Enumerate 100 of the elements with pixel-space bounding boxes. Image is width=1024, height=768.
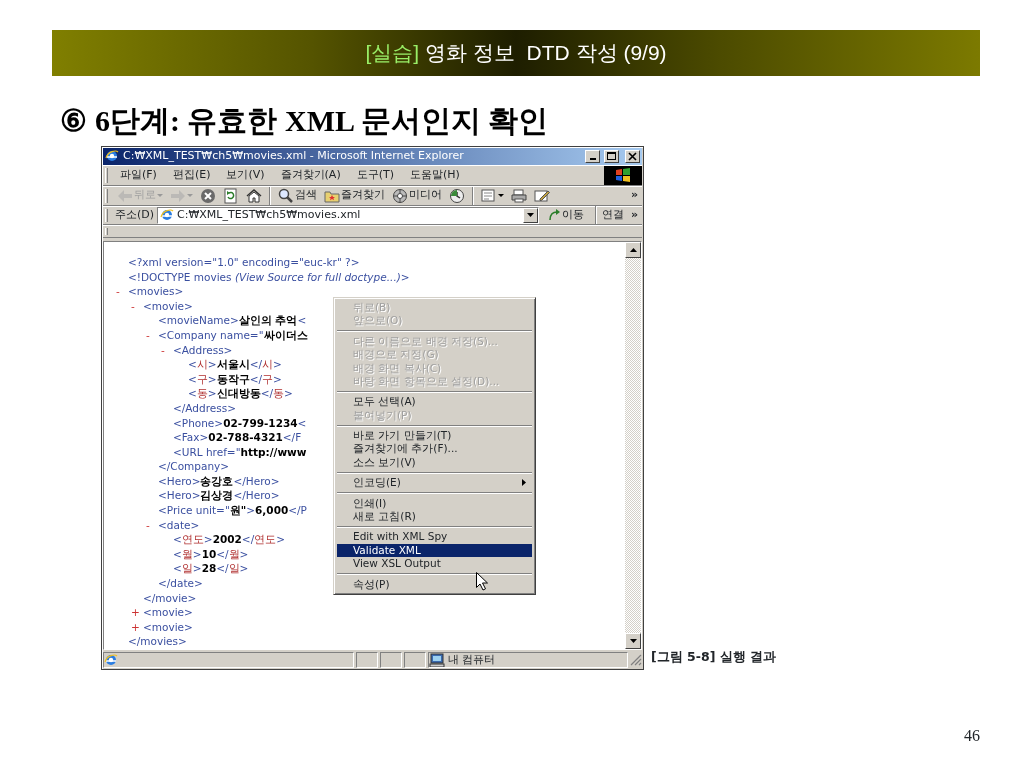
more-button[interactable]: » <box>626 187 642 204</box>
browser-icon <box>105 149 119 164</box>
zone-label: 내 컴퓨터 <box>448 651 496 668</box>
expand-toggle[interactable]: - <box>146 327 158 343</box>
banner-tag: [실습] <box>365 37 420 69</box>
printer-icon <box>511 187 527 204</box>
xml-line: <movies> <box>128 284 184 299</box>
xml-line: </date> <box>158 576 203 591</box>
expand-toggle[interactable]: - <box>116 284 128 299</box>
menu-item[interactable]: 새로 고침(R) <box>337 510 532 524</box>
menu-item[interactable]: Edit with XML Spy <box>337 530 532 544</box>
links-label[interactable]: 연결 <box>601 206 624 224</box>
xml-line: </Company> <box>158 459 230 474</box>
page-icon <box>104 653 118 667</box>
status-pane <box>356 652 378 668</box>
xml-line: <movie> <box>143 605 193 620</box>
expand-toggle[interactable]: + <box>131 605 143 620</box>
expand-toggle[interactable]: - <box>146 517 158 533</box>
caret-icon <box>498 193 504 198</box>
menu-item[interactable]: 인코딩(E) <box>337 476 532 490</box>
menu-item[interactable]: 파일(F) <box>112 166 165 184</box>
clock-icon <box>449 187 465 204</box>
scroll-down-button[interactable] <box>625 633 641 649</box>
edit-icon <box>534 187 550 204</box>
expand-toggle[interactable]: - <box>161 342 173 358</box>
scroll-up-button[interactable] <box>625 241 641 258</box>
menu-item[interactable]: 도구(T) <box>348 166 402 184</box>
computer-icon <box>429 653 445 667</box>
caret-icon <box>187 193 193 198</box>
xml-line: <Phone>02-799-1234< <box>173 415 307 431</box>
menu-item[interactable]: 모두 선택(A) <box>337 395 532 409</box>
media-button[interactable]: 미디어 <box>390 187 444 204</box>
xml-line: <동>신대방동</동> <box>188 386 293 401</box>
caret-icon <box>526 213 534 217</box>
expand-toggle[interactable]: + <box>131 619 143 635</box>
xml-line: <Hero>송강호</Hero> <box>158 473 280 489</box>
xml-line: <구>동작구</구> <box>188 371 282 387</box>
page-number: 46 <box>963 726 980 746</box>
forward-arrow-icon <box>170 187 186 204</box>
xml-line: <?xml version="1.0" encoding="euc-kr" ?> <box>128 254 360 270</box>
mouse-pointer-icon <box>476 571 488 591</box>
menu-item[interactable]: 인쇄(I) <box>337 496 532 511</box>
more-button[interactable]: » <box>626 206 642 224</box>
banner-title: 영화 정보 DTD 작성 (9/9) <box>425 40 667 67</box>
go-arrow-icon <box>547 209 560 221</box>
menu-item[interactable]: 속성(P) <box>337 577 532 591</box>
xml-line: </Address> <box>173 400 236 416</box>
minimize-icon <box>589 158 596 161</box>
windows-logo-icon <box>615 168 631 182</box>
menu-item[interactable]: View XSL Output <box>337 557 532 571</box>
xml-line: </movies> <box>128 634 187 649</box>
xml-line: <Address> <box>173 342 233 358</box>
edit-button[interactable] <box>532 187 552 204</box>
caret-icon <box>157 193 163 198</box>
status-pane <box>404 652 426 668</box>
page-icon <box>160 208 175 222</box>
xml-line: <시>서울시</시> <box>188 357 282 372</box>
menu-item[interactable]: 소스 보기(V) <box>337 455 532 470</box>
globe-icon <box>392 187 408 204</box>
up-arrow-icon <box>629 247 637 252</box>
xml-line: <date> <box>158 517 200 533</box>
maximize-icon <box>606 151 617 162</box>
menu-item[interactable]: 보기(V) <box>218 166 273 184</box>
home-icon <box>246 187 262 204</box>
menu-item[interactable]: 편집(E) <box>164 166 219 184</box>
xml-line: <Price unit="원">6,000</P <box>158 503 307 518</box>
xml-line: <Fax>02-788-4321</F <box>173 430 302 445</box>
xml-line: <URL href="http://www <box>173 444 307 460</box>
address-field[interactable]: C:₩XML_TEST₩ch5₩movies.xml <box>157 206 539 224</box>
slide-heading: 6단계: 유효한 XML 문서인지 확인 <box>95 102 549 139</box>
search-icon <box>278 187 294 204</box>
resize-grip-icon <box>630 654 642 666</box>
xml-line: <!DOCTYPE movies (View Source for full doctype...)> <box>128 269 410 285</box>
minimize-button[interactable] <box>585 149 600 163</box>
address-label: 주소(D) <box>115 206 155 223</box>
history-button[interactable] <box>447 187 467 204</box>
close-button[interactable] <box>625 149 640 163</box>
menu-item[interactable]: 도움말(H) <box>402 166 468 184</box>
envelope-icon <box>481 187 497 204</box>
xml-line: </movie> <box>143 590 197 606</box>
menu-item[interactable]: 바로 가기 만들기(T) <box>337 429 532 443</box>
step-marker: ⑥ <box>60 102 87 139</box>
mail-button[interactable] <box>479 187 506 204</box>
down-arrow-icon <box>629 639 637 643</box>
print-button[interactable] <box>509 187 529 204</box>
dropdown-button[interactable] <box>522 207 538 223</box>
xml-line: <movieName>살인의 추억< <box>158 313 307 328</box>
menu-item[interactable]: 즐겨찾기(A) <box>272 166 349 184</box>
figure-caption: [그림 5-8] 실행 결과 <box>651 648 777 667</box>
menu-item[interactable]: Validate XML <box>337 543 532 558</box>
favorites-button[interactable]: 즐겨찾기 <box>322 187 387 204</box>
search-button[interactable]: 검색 <box>276 187 319 204</box>
xml-line: <movie> <box>143 619 193 635</box>
home-button[interactable] <box>244 187 264 204</box>
xml-line: <일>28</일> <box>173 561 249 577</box>
maximize-button[interactable] <box>604 149 619 163</box>
go-button[interactable]: 이동 <box>541 206 590 224</box>
expand-toggle[interactable]: - <box>131 298 143 314</box>
menu-item[interactable]: 즐겨찾기에 추가(F)... <box>337 442 532 456</box>
stop-button[interactable] <box>198 187 218 204</box>
